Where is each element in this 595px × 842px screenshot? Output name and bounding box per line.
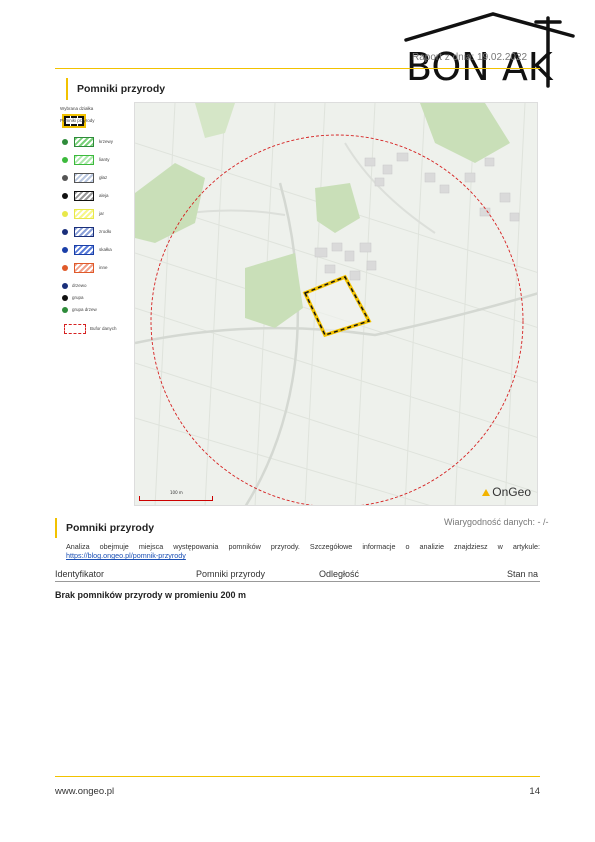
legend-label: skałka: [99, 247, 112, 252]
legend-label: Wybrana działka: [60, 106, 94, 111]
analysis-article-link[interactable]: https://blog.ongeo.pl/pomnik-przyrody: [66, 551, 186, 560]
legend-point-icon: [62, 193, 68, 199]
legend-area-swatch: [74, 209, 94, 219]
legend-item: grupa drzew: [54, 304, 134, 318]
legend-area-swatch: [74, 173, 94, 183]
map-scalebar: 100 m: [139, 490, 213, 501]
analysis-description: Analiza obejmuje miejsca występowania po…: [66, 542, 540, 551]
legend-point-icon: [62, 247, 68, 253]
legend-area-swatch: [74, 245, 94, 255]
legend-point-icon: [62, 283, 68, 289]
legend-item: aleja: [54, 190, 134, 204]
legend-label: zrodło: [99, 229, 112, 234]
ongeo-label: OnGeo: [492, 485, 531, 499]
legend-label: krzewy: [99, 139, 114, 144]
legend-label: jar: [99, 211, 105, 216]
legend-point-icon: [62, 175, 68, 181]
data-reliability: Wiarygodność danych: - /-: [444, 517, 549, 527]
legend-item: jar: [54, 208, 134, 222]
legend-buffer-swatch: [64, 324, 86, 334]
legend-label: inne: [99, 265, 108, 270]
legend-point-icon: [62, 139, 68, 145]
ongeo-logo-icon: [482, 488, 491, 496]
legend-label: lianty: [99, 157, 110, 162]
legend-item: inne: [54, 262, 134, 276]
legend-label: drzewo: [72, 283, 87, 288]
empty-result-message: Brak pomników przyrody w promieniu 200 m: [55, 590, 247, 600]
map-canvas: [135, 103, 537, 505]
footer-divider: [55, 776, 540, 777]
col-stan-na: Stan na: [507, 569, 539, 579]
legend-label: Pomniki przyrody: [60, 118, 95, 123]
map-view[interactable]: 100 m OnGeo: [134, 102, 538, 506]
page-number: 14: [529, 786, 540, 797]
scale-label: 100 m: [170, 490, 183, 495]
legend-label: grupa drzew: [72, 307, 97, 312]
legend-point-icon: [62, 265, 68, 271]
legend-item: lianty: [54, 154, 134, 168]
legend-item: krzewy: [54, 136, 134, 150]
legend-area-swatch: [74, 227, 94, 237]
col-pomniki: Pomniki przyrody: [196, 569, 266, 579]
legend-item: głaz: [54, 172, 134, 186]
map-panel: Wybrana działka Pomniki przyrody krzewy lia…: [54, 102, 538, 506]
legend-item: Bufor danych: [54, 322, 134, 336]
report-date: Raport z dnia: 19.02.2022: [412, 52, 528, 63]
legend-area-swatch: [74, 137, 94, 147]
header-divider: [55, 68, 540, 69]
legend-point-icon: [62, 229, 68, 235]
analysis-title: Pomniki przyrody: [55, 518, 154, 538]
legend-area-swatch: [74, 191, 94, 201]
legend-label: grupa: [72, 295, 84, 300]
legend-label: głaz: [99, 175, 108, 180]
legend-point-icon: [62, 295, 68, 301]
col-odleglosc: Odległość: [319, 569, 360, 579]
legend-label: aleja: [99, 193, 109, 198]
legend-area-swatch: [74, 263, 94, 273]
ongeo-attribution: OnGeo: [482, 485, 531, 499]
results-table-header: Identyfikator Pomniki przyrody Odległość…: [55, 569, 540, 582]
legend-area-swatch: [74, 155, 94, 165]
legend-point-icon: [62, 211, 68, 217]
legend-point-icon: [62, 157, 68, 163]
legend-item: Pomniki przyrody: [54, 116, 134, 130]
legend-label: Bufor danych: [90, 326, 117, 331]
map-legend: Wybrana działka Pomniki przyrody krzewy lia…: [54, 102, 134, 352]
legend-item: zrodło: [54, 226, 134, 240]
section-title: Pomniki przyrody: [66, 78, 165, 100]
footer-url: www.ongeo.pl: [55, 786, 115, 797]
bonak-logo: BON AK: [404, 12, 575, 89]
legend-point-icon: [62, 307, 68, 313]
col-identyfikator: Identyfikator: [55, 569, 105, 579]
legend-item: skałka: [54, 244, 134, 258]
